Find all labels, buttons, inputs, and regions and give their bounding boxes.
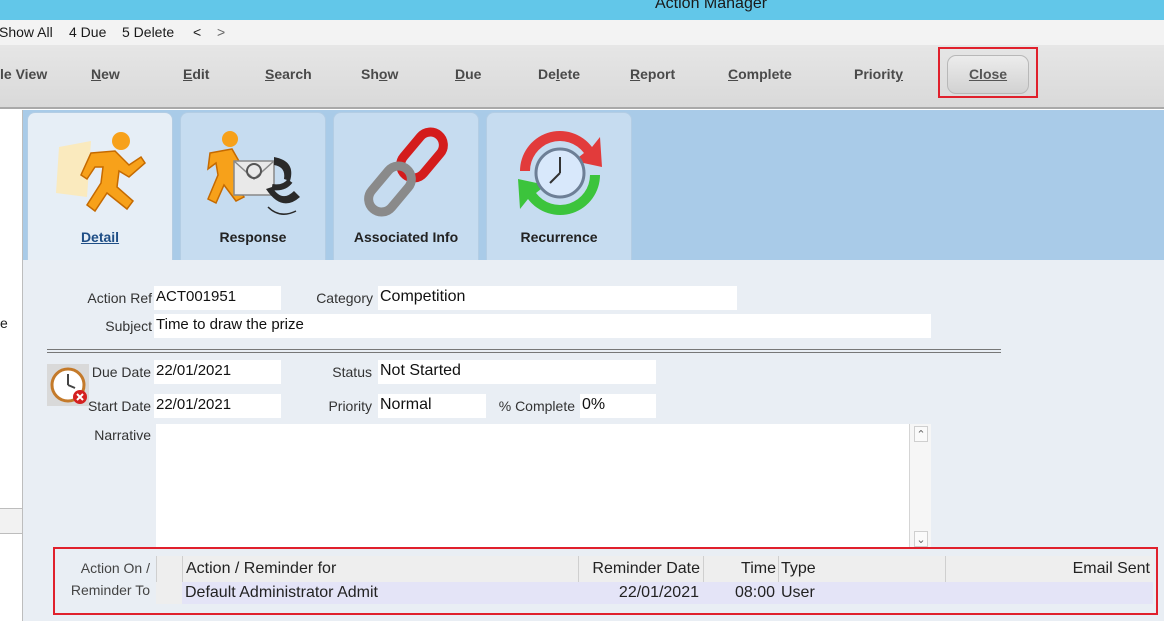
action-ref-field[interactable]: ACT001951 — [154, 286, 281, 310]
priority-label: Priority — [328, 398, 372, 414]
category-field[interactable]: Competition — [378, 286, 737, 310]
narrative-textarea[interactable] — [156, 424, 931, 549]
prev-arrow-button[interactable]: < — [193, 24, 201, 40]
start-date-label: Start Date — [87, 398, 151, 414]
percent-complete-label: % Complete — [498, 398, 575, 414]
narrative-label: Narrative — [94, 427, 151, 443]
tab-detail-label: Detail — [80, 229, 120, 245]
tab-recurrence[interactable]: Recurrence — [486, 112, 632, 262]
start-date-field[interactable]: 22/01/2021 — [154, 394, 281, 418]
tab-response-label: Response — [219, 229, 287, 245]
tab-response[interactable]: Response — [180, 112, 326, 262]
left-panel: e — [0, 110, 23, 621]
category-label: Category — [316, 290, 373, 306]
priority-field[interactable]: Normal — [378, 394, 486, 418]
status-label: Status — [332, 364, 372, 380]
section-divider — [47, 349, 1001, 353]
report-button[interactable]: Report — [630, 66, 675, 82]
subject-label: Subject — [105, 318, 152, 334]
search-button[interactable]: Search — [265, 66, 312, 82]
tab-associated-info-label: Associated Info — [353, 229, 459, 245]
show-button[interactable]: Show — [361, 66, 398, 82]
narrative-scrollbar[interactable]: ⌃ ⌄ — [909, 424, 931, 549]
recurrence-clock-icon — [518, 131, 602, 215]
status-field[interactable]: Not Started — [378, 360, 656, 384]
close-button[interactable]: Close — [947, 55, 1029, 94]
running-man-icon — [56, 132, 146, 213]
complete-button[interactable]: Complete — [728, 66, 792, 82]
tab-detail[interactable]: Detail — [27, 112, 173, 262]
due-date-label: Due Date — [91, 364, 151, 380]
response-phone-icon — [207, 131, 300, 215]
window-title: Action Manager — [655, 0, 768, 12]
percent-complete-field[interactable]: 0% — [580, 394, 656, 418]
subject-field[interactable]: Time to draw the prize — [154, 314, 931, 338]
title-bar: Action Manager — [0, 0, 1164, 20]
reminder-grid-highlight-box — [53, 547, 1158, 615]
tab-strip: Detail Response Associated Info Recurren… — [23, 110, 1164, 262]
scroll-down-arrow-icon[interactable]: ⌄ — [914, 531, 928, 547]
toolbar: le View New Edit Search Show Due Delete … — [0, 45, 1164, 109]
tab-associated-info[interactable]: Associated Info — [333, 112, 479, 262]
edit-button[interactable]: Edit — [183, 66, 209, 82]
due-date-field[interactable]: 22/01/2021 — [154, 360, 281, 384]
new-button[interactable]: New — [91, 66, 120, 82]
action-ref-label: Action Ref — [87, 290, 152, 306]
due-count-link[interactable]: 4 Due — [69, 24, 106, 40]
next-arrow-button[interactable]: > — [217, 24, 225, 40]
delete-count-link[interactable]: 5 Delete — [122, 24, 174, 40]
show-all-link[interactable]: Show All — [0, 24, 53, 40]
left-panel-divider — [0, 508, 22, 534]
delete-button[interactable]: Delete — [538, 66, 580, 82]
scroll-up-arrow-icon[interactable]: ⌃ — [914, 426, 928, 442]
left-panel-label: e — [0, 315, 8, 331]
view-button[interactable]: le View — [0, 66, 47, 82]
tab-recurrence-label: Recurrence — [520, 229, 598, 245]
priority-button[interactable]: Priority — [854, 66, 903, 82]
due-button[interactable]: Due — [455, 66, 481, 82]
quick-filter-bar: Show All 4 Due 5 Delete < > — [0, 20, 1164, 45]
chain-link-icon — [364, 127, 448, 217]
